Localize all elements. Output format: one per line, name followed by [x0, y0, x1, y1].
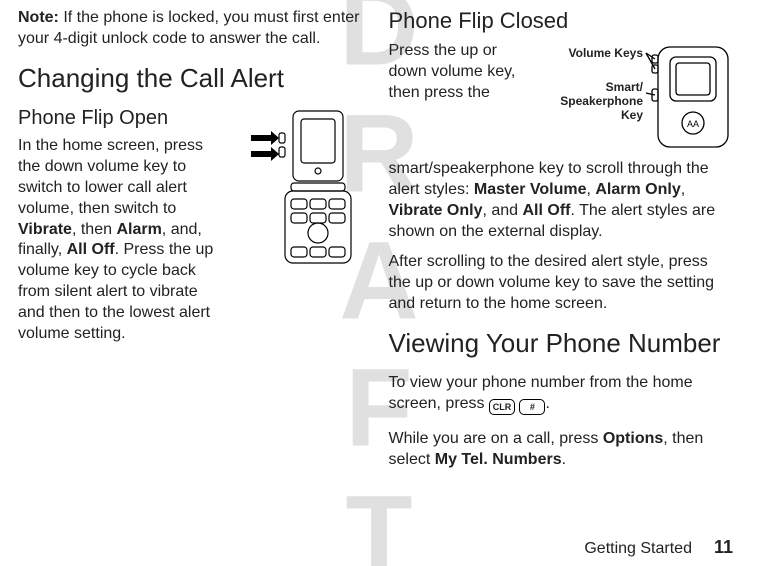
phone-open-illustration [233, 107, 363, 267]
folded-phone-diagram-area: Volume Keys Smart/ Speakerphone Key [518, 41, 733, 159]
footer-section-name: Getting Started [584, 540, 692, 558]
vn-text-b: . [545, 395, 549, 412]
flip-closed-paragraph-2: After scrolling to the desired alert sty… [389, 252, 734, 314]
heading-phone-flip-open: Phone Flip Open [18, 107, 225, 130]
left-column: Note: If the phone is locked, you must f… [18, 8, 381, 556]
fc-s3: , and [482, 202, 522, 219]
note-paragraph: Note: If the phone is locked, you must f… [18, 8, 363, 50]
page-footer: Getting Started 11 [584, 537, 733, 558]
clr-key-icon: CLR [489, 399, 515, 415]
fc-s2: , [681, 181, 685, 198]
footer-page-number: 11 [714, 537, 733, 558]
heading-changing-call-alert: Changing the Call Alert [18, 64, 363, 94]
word-options: Options [603, 430, 663, 447]
heading-viewing-phone-number: Viewing Your Phone Number [389, 329, 734, 359]
vn2-a: While you are on a call, press [389, 430, 603, 447]
flip-open-intro-text: In the home screen, press the down volum… [18, 136, 225, 344]
note-body: If the phone is locked, you must first e… [18, 9, 359, 47]
heading-phone-flip-closed: Phone Flip Closed [389, 8, 734, 33]
svg-text:AA: AA [687, 119, 699, 129]
word-all-off: All Off [523, 202, 571, 219]
word-alarm-only: Alarm Only [595, 181, 680, 198]
right-column: Phone Flip Closed Press the up or down v… [381, 8, 734, 556]
flip-open-block: Phone Flip Open In the home screen, pres… [18, 107, 363, 344]
page-content: Note: If the phone is locked, you must f… [0, 0, 757, 566]
word-vibrate: Vibrate [18, 221, 72, 238]
word-alloff: All Off [67, 241, 115, 258]
view-number-paragraph-1: To view your phone number from the home … [389, 373, 734, 416]
flip-open-text-a: In the home screen, press the down volum… [18, 137, 203, 216]
view-number-paragraph-2: While you are on a call, press Options, … [389, 429, 734, 471]
phone-folded-illustration: AA [518, 41, 733, 159]
word-master-volume: Master Volume [474, 181, 587, 198]
hash-key-icon: # [519, 399, 545, 415]
word-vibrate-only: Vibrate Only [389, 202, 483, 219]
sep1: , then [72, 221, 116, 238]
word-my-tel-numbers: My Tel. Numbers [435, 451, 562, 468]
note-prefix: Note: [18, 9, 59, 26]
word-alarm: Alarm [116, 221, 161, 238]
vn2-c: . [562, 451, 566, 468]
